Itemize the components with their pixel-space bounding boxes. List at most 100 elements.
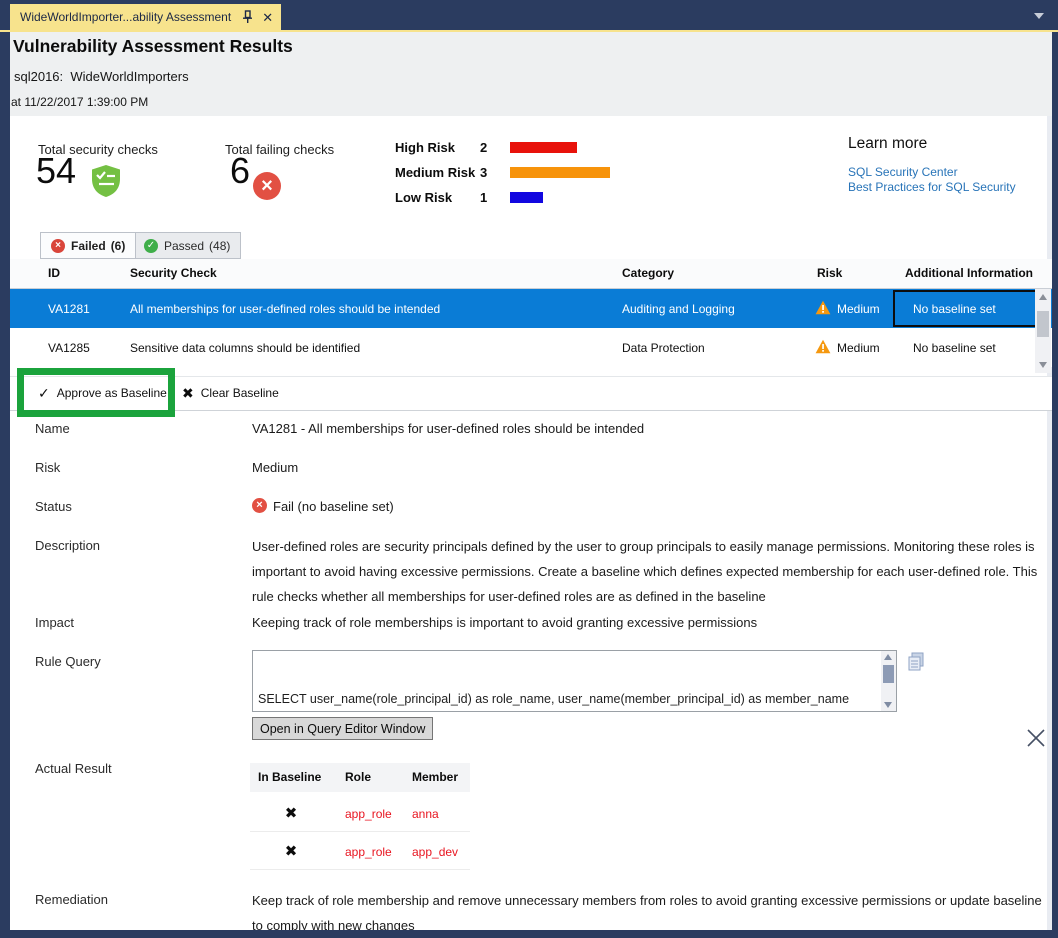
result-row: ✖ app_role anna: [250, 794, 470, 832]
tab-well-chevron-icon[interactable]: [1034, 13, 1044, 19]
status-label: Status: [35, 499, 72, 514]
low-risk-bar: [510, 192, 543, 203]
passed-circle-icon: ✓: [144, 239, 158, 253]
document-tab-title: WideWorldImporter...ability Assessment: [20, 10, 231, 24]
tab-passed-count: (48): [209, 239, 230, 253]
high-risk-label: High Risk: [395, 140, 455, 155]
scroll-down-icon[interactable]: [884, 702, 892, 708]
shield-checklist-icon: [90, 164, 122, 198]
name-label: Name: [35, 421, 70, 436]
total-checks-value: 54: [36, 150, 76, 192]
document-scrollbar[interactable]: [1047, 32, 1052, 930]
cell-category: Data Protection: [622, 341, 705, 355]
col-id[interactable]: ID: [48, 266, 60, 280]
application-window: WideWorldImporter...ability Assessment ✕…: [0, 0, 1058, 938]
medium-risk-label: Medium Risk: [395, 165, 475, 180]
result-member: app_dev: [412, 845, 458, 859]
impact-label: Impact: [35, 615, 74, 630]
clear-baseline-button[interactable]: ✖ Clear Baseline: [182, 386, 279, 400]
cell-id: VA1285: [48, 341, 90, 355]
assessment-document: Vulnerability Assessment Results sql2016…: [10, 32, 1052, 930]
warning-triangle-icon: [815, 339, 831, 354]
page-title: Vulnerability Assessment Results: [13, 36, 293, 57]
rule-query-line: SELECT user_name(role_principal_id) as r…: [258, 690, 876, 709]
status-value: Fail (no baseline set): [273, 499, 394, 514]
result-table-header: In Baseline Role Member: [250, 763, 470, 792]
scroll-down-icon[interactable]: [1039, 362, 1047, 368]
description-value: User-defined roles are security principa…: [252, 534, 1042, 609]
result-row: ✖ app_role app_dev: [250, 832, 470, 870]
cell-check: All memberships for user-defined roles s…: [130, 302, 440, 316]
impact-value: Keeping track of role memberships is imp…: [252, 615, 757, 630]
scrollbar-thumb[interactable]: [1037, 311, 1049, 337]
open-in-query-editor-button[interactable]: Open in Query Editor Window: [252, 717, 433, 740]
annotation-highlight-box: [17, 368, 175, 417]
cell-check: Sensitive data columns should be identif…: [130, 341, 360, 355]
col-member: Member: [412, 770, 458, 784]
status-fail-icon: ×: [252, 498, 267, 513]
fail-circle-icon: ×: [253, 172, 281, 200]
risk-value: Medium: [252, 460, 298, 475]
learn-more-title: Learn more: [848, 135, 927, 153]
high-risk-count: 2: [480, 140, 487, 155]
copy-icon[interactable]: [907, 652, 925, 672]
low-risk-count: 1: [480, 190, 487, 205]
remediation-label: Remediation: [35, 892, 108, 907]
result-member: anna: [412, 807, 439, 821]
result-role: app_role: [345, 845, 392, 859]
x-icon: ✖: [182, 386, 194, 400]
col-role: Role: [345, 770, 371, 784]
focused-cell-outline: [893, 290, 1037, 327]
medium-risk-count: 3: [480, 165, 487, 180]
link-sql-security-center[interactable]: SQL Security Center: [848, 165, 958, 179]
window-bottom-border: [0, 930, 1058, 938]
grid-header-row: ID Security Check Category Risk Addition…: [10, 259, 1052, 289]
tab-passed[interactable]: ✓ Passed (48): [133, 232, 241, 259]
scan-timestamp: at 11/22/2017 1:39:00 PM: [11, 95, 148, 109]
remediation-value: Keep track of role membership and remove…: [252, 888, 1042, 930]
not-in-baseline-x-icon: ✖: [276, 842, 306, 860]
tab-failed[interactable]: × Failed (6): [40, 232, 136, 259]
grid-row-va1285[interactable]: VA1285 Sensitive data columns should be …: [10, 328, 1052, 367]
not-in-baseline-x-icon: ✖: [276, 804, 306, 822]
warning-triangle-icon: [815, 300, 831, 315]
high-risk-bar: [510, 142, 577, 153]
grid-row-va1281[interactable]: VA1281 All memberships for user-defined …: [10, 289, 1052, 328]
tab-close-icon[interactable]: ✕: [262, 11, 273, 24]
detail-close-icon[interactable]: [1025, 727, 1047, 749]
scrollbar-thumb[interactable]: [883, 665, 894, 683]
tab-failed-label: Failed: [71, 239, 106, 253]
pin-icon[interactable]: [241, 10, 254, 24]
clear-baseline-label: Clear Baseline: [201, 386, 279, 400]
result-role: app_role: [345, 807, 392, 821]
col-category[interactable]: Category: [622, 266, 674, 280]
actual-result-label: Actual Result: [35, 761, 112, 776]
col-security-check[interactable]: Security Check: [130, 266, 217, 280]
tab-passed-label: Passed: [164, 239, 204, 253]
cell-risk: Medium: [837, 302, 880, 316]
failing-checks-value: 6: [230, 150, 250, 192]
cell-id: VA1281: [48, 302, 90, 316]
rule-query-label: Rule Query: [35, 654, 101, 669]
link-best-practices[interactable]: Best Practices for SQL Security: [848, 180, 1016, 194]
failed-circle-icon: ×: [51, 239, 65, 253]
col-in-baseline: In Baseline: [258, 770, 321, 784]
server-database-label: sql2016: WideWorldImporters: [14, 69, 189, 84]
cell-category: Auditing and Logging: [622, 302, 735, 316]
page-header: Vulnerability Assessment Results sql2016…: [10, 32, 1052, 116]
cell-risk: Medium: [837, 341, 880, 355]
rule-query-textbox[interactable]: SELECT user_name(role_principal_id) as r…: [252, 650, 897, 712]
scroll-up-icon[interactable]: [1039, 294, 1047, 300]
low-risk-label: Low Risk: [395, 190, 452, 205]
query-scrollbar[interactable]: [881, 651, 896, 711]
scroll-up-icon[interactable]: [884, 654, 892, 660]
medium-risk-bar: [510, 167, 610, 178]
description-label: Description: [35, 538, 100, 553]
grid-scrollbar[interactable]: [1035, 289, 1051, 373]
col-additional-info[interactable]: Additional Information: [905, 266, 1033, 280]
name-value: VA1281 - All memberships for user-define…: [252, 421, 644, 436]
col-risk[interactable]: Risk: [817, 266, 842, 280]
document-tab[interactable]: WideWorldImporter...ability Assessment ✕: [10, 4, 281, 30]
risk-label: Risk: [35, 460, 60, 475]
tab-failed-count: (6): [111, 239, 126, 253]
